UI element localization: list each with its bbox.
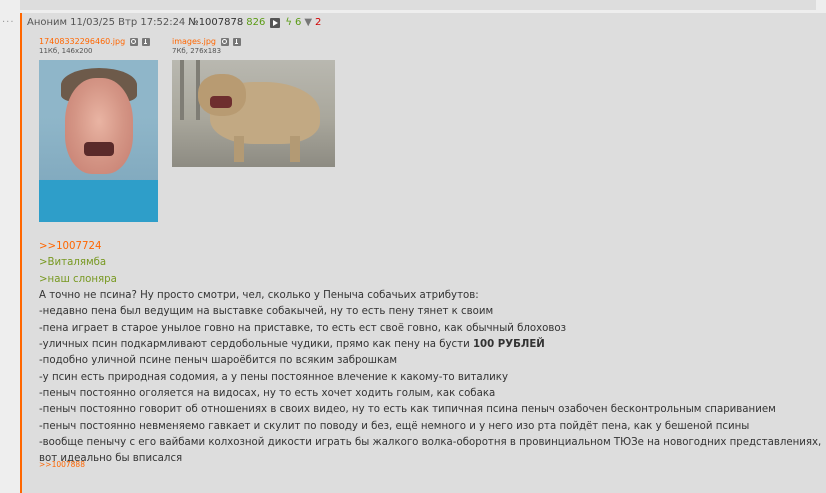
post-message: >>1007724 >Виталямба >наш слоняра А точн… [39, 239, 826, 468]
dislike-count: 2 [315, 17, 322, 28]
file-1-meta: 11Кб, 146x200 [39, 47, 93, 55]
post-author: Аноним [27, 17, 68, 28]
download-icon[interactable] [142, 37, 151, 46]
post-date: 11/03/25 Втр 17:52:24 [70, 17, 186, 28]
file-1-thumbnail[interactable] [39, 60, 158, 222]
download-icon[interactable] [233, 37, 242, 46]
post-menu-dots[interactable]: ··· [2, 17, 15, 28]
file-2-thumbnail[interactable] [172, 60, 335, 167]
message-line: -у псин есть природная содомия, а у пены… [39, 371, 508, 383]
like-count: 6 [294, 17, 302, 28]
message-line: -вообще пенычу с его вайбами колхозной д… [39, 437, 822, 465]
message-line: -пеныч постоянно оголяется на видосах, н… [39, 388, 496, 400]
post-header: Аноним 11/03/25 Втр 17:52:24 №1007878 82… [27, 17, 321, 28]
thumbnail-shirt [39, 180, 158, 222]
quote-line: >наш слоняра [39, 273, 117, 285]
message-line: -подобно уличной псине пеныч шароёбится … [39, 355, 398, 367]
thumbnail-dog-leg [234, 136, 244, 162]
bolt-icon[interactable]: ϟ [285, 17, 292, 28]
bold-text: 100 РУБЛЕЙ [472, 339, 545, 351]
message-line-text: -уличных псин подкармливают сердобольные… [39, 339, 473, 351]
file-1-info: 17408332296460.jpg 11Кб, 146x200 [39, 37, 151, 55]
thumbnail-face [65, 78, 133, 174]
reply-link[interactable]: >>1007724 [39, 239, 826, 255]
message-line: -недавно пена был ведущим на выставке со… [39, 306, 494, 318]
previous-post-edge [20, 0, 816, 10]
thumbnail-mouth [84, 142, 114, 156]
post-views: 826 [246, 17, 266, 28]
post-number[interactable]: №1007878 [188, 17, 243, 28]
message-line: -пеныч постоянно невменяемо гавкает и ск… [39, 420, 750, 432]
thumbs-down-icon[interactable]: ▼ [304, 17, 312, 28]
post: Аноним 11/03/25 Втр 17:52:24 №1007878 82… [20, 13, 826, 493]
thumbnail-dog-head [198, 74, 246, 116]
message-line: -пена играет в старое унылое говно на пр… [39, 322, 567, 334]
file-1-name[interactable]: 17408332296460.jpg [39, 37, 125, 46]
quote-line: >Виталямба [39, 257, 107, 269]
message-line: -уличных псин подкармливают сердобольные… [39, 337, 826, 353]
thumbnail-dog-leg [290, 136, 300, 162]
reply-backlink[interactable]: >>1007888 [39, 460, 85, 469]
message-line: А точно не псина? Ну просто смотри, чел,… [39, 290, 479, 302]
search-icon[interactable] [220, 37, 229, 46]
play-icon[interactable] [270, 17, 281, 28]
search-icon[interactable] [129, 37, 138, 46]
file-2-name[interactable]: images.jpg [172, 37, 216, 46]
file-2-meta: 7Кб, 276x183 [172, 47, 222, 55]
thumbnail-dog-mouth [210, 96, 232, 108]
thumbnail-fence-post [180, 60, 184, 120]
message-line: -пеныч постоянно говорит об отношениях в… [39, 404, 776, 416]
file-2-info: images.jpg 7Кб, 276x183 [172, 37, 242, 55]
